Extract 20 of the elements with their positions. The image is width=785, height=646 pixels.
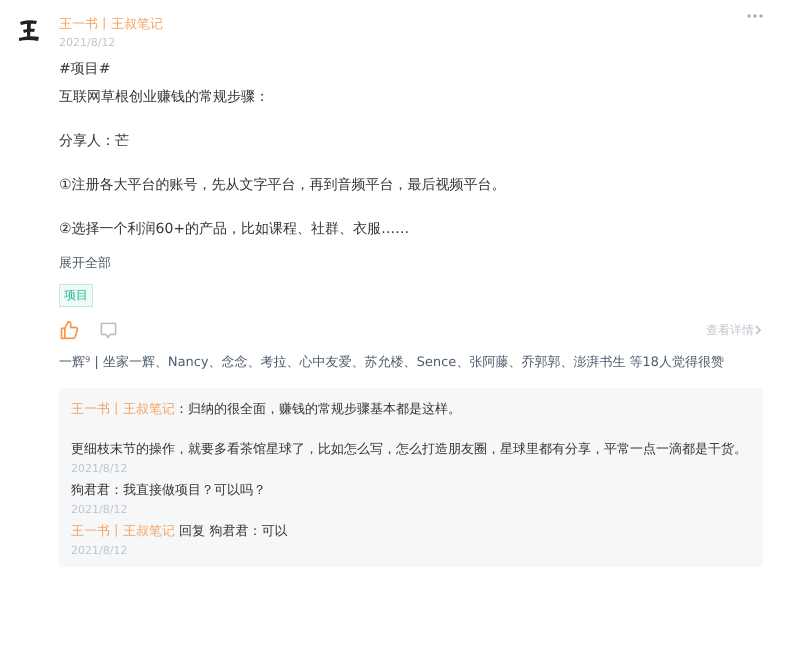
post-date: 2021/8/12 [59, 36, 116, 49]
comment-text: 更细枝末节的操作，就要多看茶馆星球了，比如怎么写，怎么打造朋友圈，星球里都有分享，平常一点一滴都是干货。 [71, 441, 748, 459]
more-icon[interactable] [747, 14, 763, 18]
topic-tag[interactable]: 项目 [59, 284, 93, 307]
post-text: 分享人：芒 [59, 132, 130, 151]
post-text: ②选择一个利润60+的产品，比如课程、社群、衣服…… [59, 220, 410, 239]
comment-text: 狗君君：我直接做项目？可以吗？ [71, 482, 267, 500]
chevron-right-icon [754, 325, 763, 335]
thumbs-up-icon[interactable] [59, 320, 79, 340]
comment-text: 王一书丨王叔笔记 回复 狗君君：可以 [71, 523, 288, 541]
likers-text: 一辉⁹ | 坐家一辉、Nancy、念念、考拉、心中友爱、苏允楼、Sence、张阿藤、乔郭郭、澎湃书生 等18人觉得很赞 [59, 354, 725, 371]
expand-link[interactable]: 展开全部 [59, 254, 763, 272]
comment-text: 王一书丨王叔笔记：归纳的很全面，赚钱的常规步骤基本都是这样。 [71, 401, 462, 419]
post-text: #项目# [59, 60, 112, 79]
post-text: ①注册各大平台的账号，先从文字平台，再到音频平台，最后视频平台。 [59, 176, 507, 195]
post-text: 互联网草根创业赚钱的常规步骤： [59, 88, 270, 107]
details-link[interactable]: 查看详情 [706, 322, 763, 338]
author-name[interactable]: 王一书丨王叔笔记 [59, 15, 163, 33]
avatar-icon [18, 18, 40, 42]
comment-icon[interactable] [99, 320, 118, 340]
